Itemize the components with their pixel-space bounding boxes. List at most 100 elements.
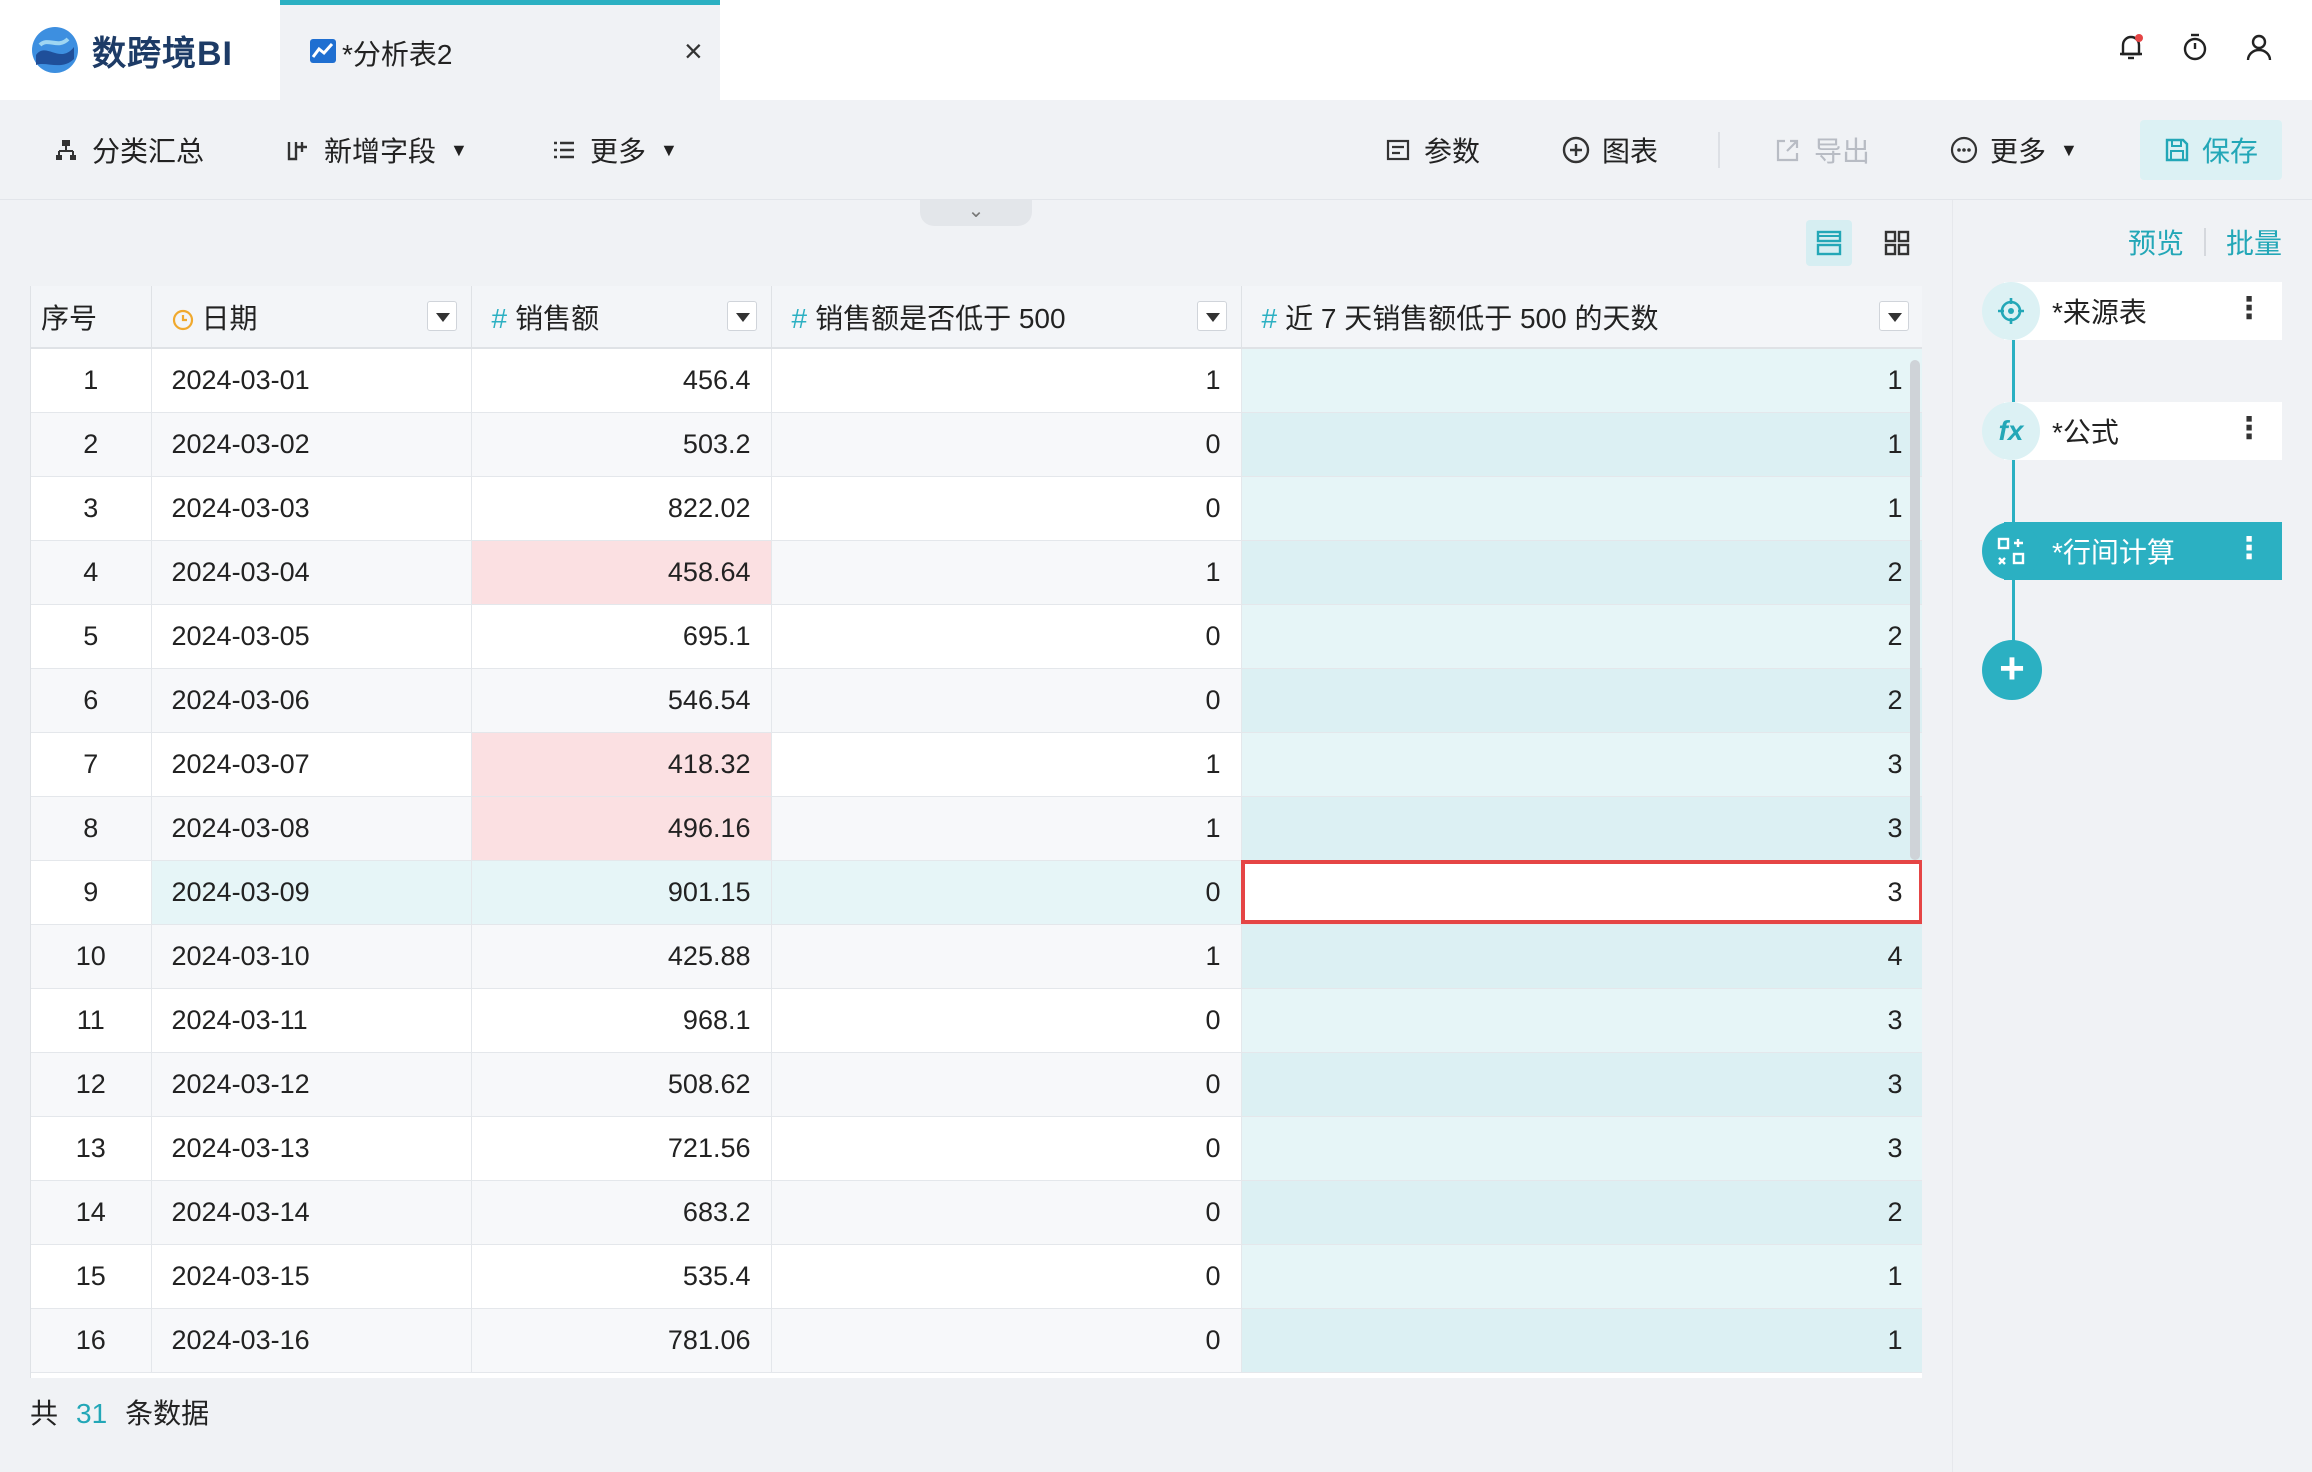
table-row[interactable]: 10 2024-03-10 425.88 1 4 [31,924,1922,989]
cell-sales[interactable]: 496.16 [471,796,772,861]
cell-below-500[interactable]: 1 [771,924,1242,989]
vertical-scrollbar[interactable] [1910,360,1920,860]
more-vertical-icon[interactable]: ⋮ [2234,294,2264,324]
cell-index[interactable]: 3 [31,476,152,541]
cell-below-500[interactable]: 0 [771,1052,1242,1117]
cell-below-500[interactable]: 1 [771,348,1242,413]
step-row-calc[interactable]: *行间计算 ⋮ [1982,522,2282,580]
cell-7day-count[interactable]: 2 [1241,1180,1922,1245]
cell-below-500[interactable]: 0 [771,412,1242,477]
column-dropdown-button[interactable] [726,301,757,331]
table-row[interactable]: 8 2024-03-08 496.16 1 3 [31,796,1922,861]
save-button[interactable]: 保存 [2140,120,2282,180]
column-header-7day-count[interactable]: # 近 7 天销售额低于 500 的天数 [1241,286,1922,349]
cell-sales[interactable]: 721.56 [471,1116,772,1181]
cell-7day-count[interactable]: 1 [1241,1308,1922,1373]
cell-sales[interactable]: 458.64 [471,540,772,605]
cell-7day-count[interactable]: 2 [1241,540,1922,605]
cell-7day-count[interactable]: 1 [1241,476,1922,541]
chart-button[interactable]: 图表 [1562,128,1658,172]
cell-index[interactable]: 11 [31,988,152,1053]
cell-index[interactable]: 1 [31,348,152,413]
cell-7day-count[interactable]: 2 [1241,668,1922,733]
column-header-index[interactable]: 序号 [31,286,152,349]
cell-sales[interactable]: 901.15 [471,860,772,925]
table-view-button[interactable] [1806,220,1852,266]
cell-below-500[interactable]: 0 [771,1244,1242,1309]
cell-date[interactable]: 2024-03-06 [151,668,472,733]
table-row[interactable]: 16 2024-03-16 781.06 0 1 [31,1308,1922,1373]
cell-sales[interactable]: 503.2 [471,412,772,477]
cell-below-500[interactable]: 1 [771,796,1242,861]
table-row[interactable]: 11 2024-03-11 968.1 0 3 [31,988,1922,1053]
table-row[interactable]: 15 2024-03-15 535.4 0 1 [31,1244,1922,1309]
cell-below-500[interactable]: 0 [771,988,1242,1053]
cell-date[interactable]: 2024-03-15 [151,1244,472,1309]
column-header-sales[interactable]: # 销售额 [471,286,772,349]
cell-index[interactable]: 9 [31,860,152,925]
table-row[interactable]: 9 2024-03-09 901.15 0 3 [31,860,1922,925]
cell-date[interactable]: 2024-03-12 [151,1052,472,1117]
cell-sales[interactable]: 546.54 [471,668,772,733]
cell-index[interactable]: 14 [31,1180,152,1245]
batch-link[interactable]: 批量 [2226,222,2282,262]
grid-view-button[interactable] [1874,220,1920,266]
cell-date[interactable]: 2024-03-01 [151,348,472,413]
column-header-date[interactable]: 日期 [151,286,472,349]
cell-date[interactable]: 2024-03-07 [151,732,472,797]
add-step-button[interactable]: + [1982,640,2042,700]
cell-7day-count[interactable]: 3 [1241,732,1922,797]
cell-sales[interactable]: 822.02 [471,476,772,541]
cell-below-500[interactable]: 0 [771,1308,1242,1373]
cell-sales[interactable]: 781.06 [471,1308,772,1373]
cell-7day-count[interactable]: 3 [1241,796,1922,861]
cell-date[interactable]: 2024-03-04 [151,540,472,605]
cell-date[interactable]: 2024-03-13 [151,1116,472,1181]
table-row[interactable]: 1 2024-03-01 456.4 1 1 [31,348,1922,413]
cell-index[interactable]: 10 [31,924,152,989]
cell-sales[interactable]: 695.1 [471,604,772,669]
table-row[interactable]: 5 2024-03-05 695.1 0 2 [31,604,1922,669]
cell-7day-count[interactable]: 1 [1241,348,1922,413]
column-dropdown-button[interactable] [1878,301,1909,331]
table-row[interactable]: 13 2024-03-13 721.56 0 3 [31,1116,1922,1181]
table-row[interactable]: 6 2024-03-06 546.54 0 2 [31,668,1922,733]
cell-index[interactable]: 7 [31,732,152,797]
cell-below-500[interactable]: 1 [771,540,1242,605]
cell-below-500[interactable]: 0 [771,1116,1242,1181]
column-dropdown-button[interactable] [426,301,457,331]
preview-link[interactable]: 预览 [2128,222,2184,262]
cell-index[interactable]: 8 [31,796,152,861]
group-summary-button[interactable]: 分类汇总 [52,128,204,172]
add-field-button[interactable]: 新增字段 ▼ [284,128,468,172]
cell-sales[interactable]: 508.62 [471,1052,772,1117]
more-left-button[interactable]: 更多 ▼ [550,128,678,172]
cell-index[interactable]: 16 [31,1308,152,1373]
cell-date[interactable]: 2024-03-05 [151,604,472,669]
table-row[interactable]: 12 2024-03-12 508.62 0 3 [31,1052,1922,1117]
cell-date[interactable]: 2024-03-08 [151,796,472,861]
more-vertical-icon[interactable]: ⋮ [2234,414,2264,444]
table-row[interactable]: 14 2024-03-14 683.2 0 2 [31,1180,1922,1245]
cell-below-500[interactable]: 0 [771,604,1242,669]
cell-index[interactable]: 2 [31,412,152,477]
cell-7day-count[interactable]: 3 [1241,860,1922,925]
user-icon[interactable] [2242,30,2276,64]
column-dropdown-button[interactable] [1196,301,1227,331]
cell-index[interactable]: 5 [31,604,152,669]
tab-analysis-2[interactable]: *分析表2 × [280,0,720,100]
cell-date[interactable]: 2024-03-16 [151,1308,472,1373]
cell-sales[interactable]: 535.4 [471,1244,772,1309]
column-header-below-500[interactable]: # 销售额是否低于 500 [771,286,1242,349]
table-row[interactable]: 4 2024-03-04 458.64 1 2 [31,540,1922,605]
cell-7day-count[interactable]: 1 [1241,412,1922,477]
cell-sales[interactable]: 968.1 [471,988,772,1053]
more-right-button[interactable]: 更多 ▼ [1950,128,2078,172]
cell-sales[interactable]: 456.4 [471,348,772,413]
cell-7day-count[interactable]: 3 [1241,1052,1922,1117]
cell-date[interactable]: 2024-03-10 [151,924,472,989]
cell-date[interactable]: 2024-03-03 [151,476,472,541]
cell-7day-count[interactable]: 2 [1241,604,1922,669]
cell-below-500[interactable]: 0 [771,1180,1242,1245]
cell-7day-count[interactable]: 4 [1241,924,1922,989]
